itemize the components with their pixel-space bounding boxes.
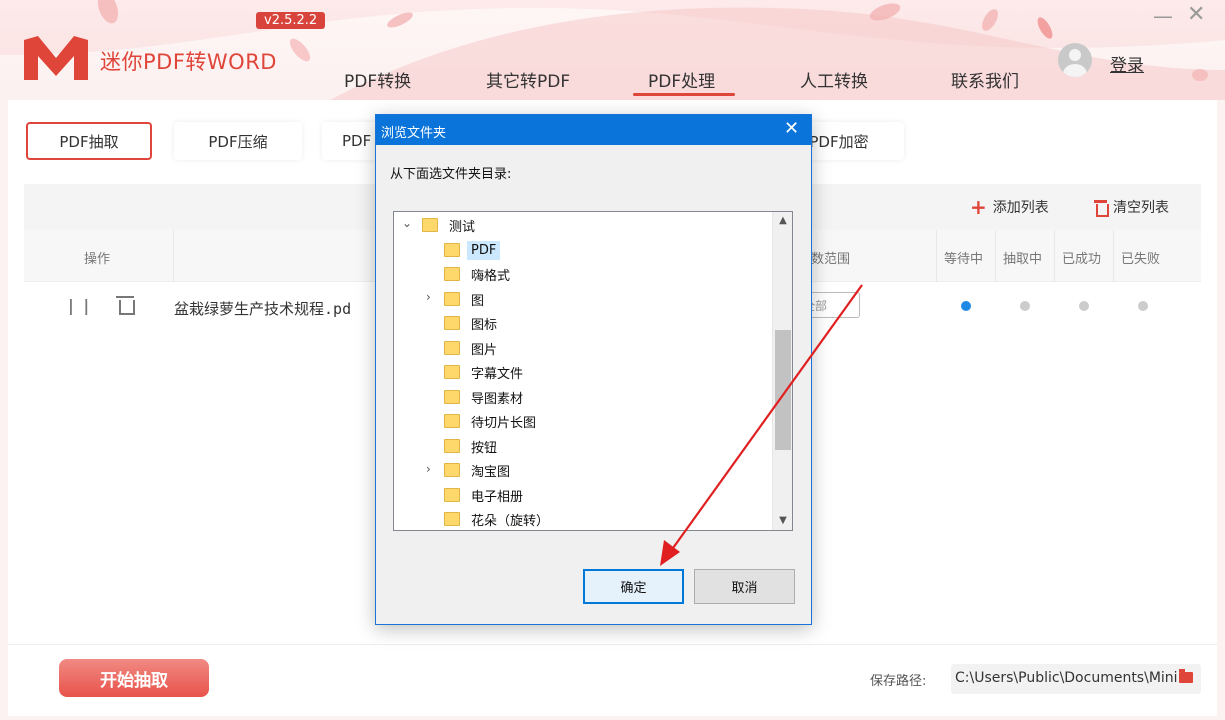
- folder-icon: [444, 512, 460, 526]
- delete-row-icon[interactable]: [116, 294, 135, 315]
- tree-item-test[interactable]: 测试: [422, 213, 479, 237]
- tree-item-label: 电子相册: [471, 489, 524, 505]
- col-header-extracting: 抽取中: [1003, 252, 1043, 267]
- plus-icon: +: [970, 195, 987, 219]
- tree-item[interactable]: 淘宝图: [444, 458, 514, 482]
- nav-contact-us[interactable]: 联系我们: [951, 67, 1019, 92]
- tree-item-label: PDF: [467, 240, 501, 260]
- tree-item[interactable]: 图片: [444, 336, 501, 360]
- save-path-label: 保存路径:: [870, 674, 927, 689]
- status-extracting-dot: [1020, 301, 1030, 311]
- folder-icon: [444, 341, 460, 355]
- col-divider: [173, 230, 174, 282]
- save-path-field[interactable]: C:\Users\Public\Documents\Mini: [951, 664, 1201, 694]
- tree-item-label: 待切片长图: [471, 415, 537, 431]
- nav-manual-convert[interactable]: 人工转换: [800, 67, 868, 92]
- folder-icon: [444, 316, 460, 330]
- dialog-prompt: 从下面选文件夹目录:: [390, 167, 512, 182]
- ok-button[interactable]: 确定: [583, 569, 684, 604]
- tree-item-label: 淘宝图: [471, 464, 511, 480]
- tree-item-label: 图标: [471, 317, 498, 333]
- col-header-action: 操作: [84, 252, 111, 267]
- app-title: 迷你PDF转WORD: [100, 50, 277, 74]
- folder-tree[interactable]: ⌄ 测试 PDF 嗨格式 › 图 图标 图片 字幕文件 导图素材 待切片长图 按…: [393, 211, 793, 531]
- tree-item-label: 花朵（旋转）: [471, 513, 550, 529]
- tree-item-pdf[interactable]: PDF: [444, 238, 501, 262]
- col-header-success: 已成功: [1062, 252, 1102, 267]
- dialog-close-icon[interactable]: ✕: [784, 118, 799, 139]
- col-header-waiting: 等待中: [944, 252, 984, 267]
- col-divider: [1113, 230, 1114, 282]
- nav-active-indicator: [633, 93, 735, 96]
- col-header-failed: 已失败: [1121, 252, 1161, 267]
- tree-item-label: 字幕文件: [471, 366, 524, 382]
- login-link[interactable]: 登录: [1110, 51, 1144, 76]
- browse-folder-dialog: 浏览文件夹 ✕ 从下面选文件夹目录: ⌄ 测试 PDF 嗨格式 › 图 图标 图…: [375, 114, 812, 625]
- nav-pdf-process[interactable]: PDF处理: [648, 67, 715, 92]
- file-name: 盆栽绿萝生产技术规程.pd: [174, 300, 352, 318]
- tree-item[interactable]: 图: [444, 287, 488, 311]
- tree-item-label: 测试: [449, 219, 476, 235]
- add-list-label: 添加列表: [992, 200, 1049, 216]
- folder-icon: [444, 463, 460, 477]
- tree-item-label: 按钮: [471, 440, 498, 456]
- folder-icon: [444, 414, 460, 428]
- folder-icon: [422, 218, 438, 232]
- folder-icon: [444, 292, 460, 306]
- folder-icon: [444, 488, 460, 502]
- clear-list-label: 清空列表: [1113, 200, 1169, 216]
- tab-pdf-compress[interactable]: PDF压缩: [174, 122, 302, 160]
- tree-item-label: 嗨格式: [471, 268, 511, 284]
- add-list-button[interactable]: + 添加列表: [970, 197, 1049, 217]
- tree-item-label: 导图素材: [471, 391, 524, 407]
- status-waiting-dot: [961, 301, 971, 311]
- tree-item[interactable]: 按钮: [444, 434, 501, 458]
- minimize-icon[interactable]: —: [1153, 4, 1173, 28]
- folder-icon: [444, 439, 460, 453]
- status-success-dot: [1079, 301, 1089, 311]
- tree-item-label: 图片: [471, 342, 498, 358]
- scroll-up-icon[interactable]: ▲: [773, 212, 793, 230]
- tree-item[interactable]: 图标: [444, 311, 501, 335]
- expand-icon[interactable]: ›: [426, 462, 431, 476]
- pause-icon[interactable]: | |: [68, 296, 91, 315]
- app-header: 迷你PDF转WORD v2.5.2.2 PDF转换 其它转PDF PDF处理 人…: [0, 0, 1225, 100]
- clear-list-button[interactable]: 清空列表: [1094, 197, 1169, 217]
- tree-item[interactable]: 电子相册: [444, 483, 527, 507]
- folder-icon: [444, 267, 460, 281]
- tab-pdf-extract[interactable]: PDF抽取: [26, 122, 152, 160]
- tree-item[interactable]: 嗨格式: [444, 262, 514, 286]
- avatar[interactable]: [1058, 43, 1092, 77]
- trash-icon: [1094, 199, 1109, 217]
- folder-icon: [444, 390, 460, 404]
- collapse-icon[interactable]: ⌄: [402, 216, 412, 230]
- version-badge: v2.5.2.2: [256, 12, 326, 29]
- tree-item[interactable]: 导图素材: [444, 385, 527, 409]
- tree-scrollbar[interactable]: ▲ ▼: [772, 212, 792, 530]
- close-icon[interactable]: ✕: [1187, 2, 1205, 27]
- col-divider: [936, 230, 937, 282]
- tree-item-label: 图: [471, 293, 485, 309]
- status-failed-dot: [1138, 301, 1148, 311]
- tree-item[interactable]: 花朵（旋转）: [444, 507, 553, 531]
- tree-item[interactable]: 字幕文件: [444, 360, 527, 384]
- nav-pdf-convert[interactable]: PDF转换: [344, 67, 411, 92]
- scroll-down-icon[interactable]: ▼: [773, 512, 793, 530]
- nav-other-to-pdf[interactable]: 其它转PDF: [486, 67, 570, 92]
- cancel-button[interactable]: 取消: [694, 569, 795, 604]
- start-extract-button[interactable]: 开始抽取: [59, 659, 209, 697]
- folder-icon: [444, 365, 460, 379]
- col-divider: [1054, 230, 1055, 282]
- dialog-title: 浏览文件夹: [376, 115, 811, 145]
- app-logo-icon: [24, 36, 88, 80]
- folder-icon: [444, 243, 460, 257]
- scroll-thumb[interactable]: [775, 330, 791, 450]
- col-divider: [995, 230, 996, 282]
- expand-icon[interactable]: ›: [426, 290, 431, 304]
- tree-item[interactable]: 待切片长图: [444, 409, 540, 433]
- folder-icon[interactable]: [1179, 669, 1193, 683]
